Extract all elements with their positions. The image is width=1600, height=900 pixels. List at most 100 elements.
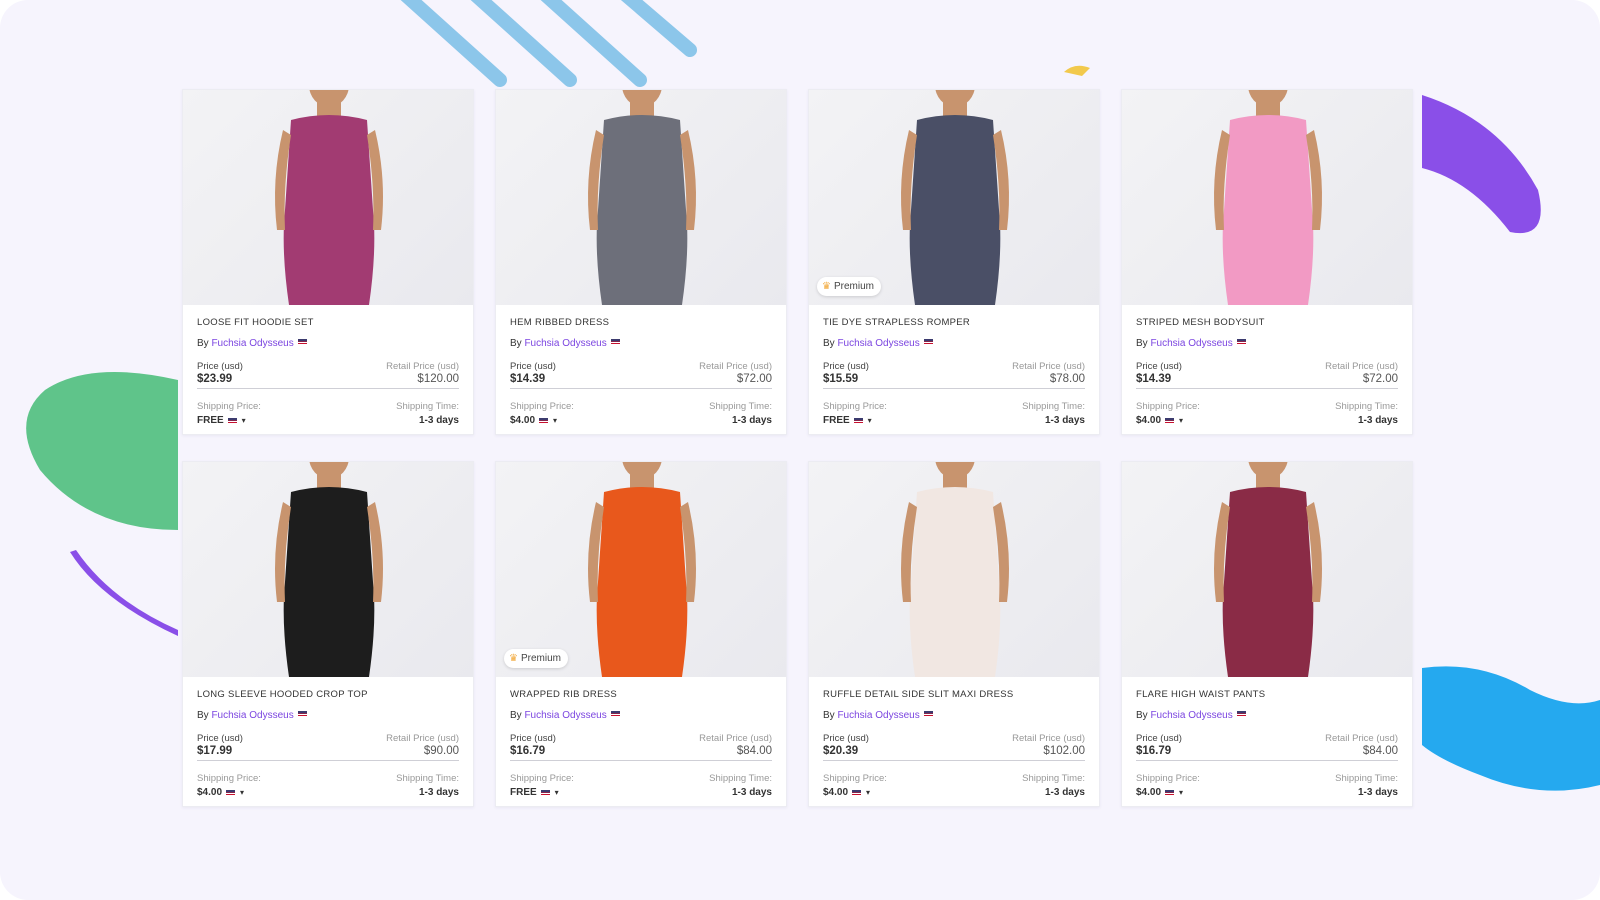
shipping-price-label: Shipping Price: — [197, 401, 261, 412]
shipping-time-value: 1-3 days — [418, 787, 459, 798]
by-label: By — [1136, 710, 1148, 721]
us-flag-icon — [539, 417, 549, 424]
shipping-time-label: Shipping Time: — [1022, 773, 1085, 784]
price-value: $20.39 — [823, 745, 859, 757]
retail-price-label: Retail Price (usd) — [699, 361, 772, 372]
product-image[interactable] — [1122, 462, 1412, 677]
price-label: Price (usd) — [1136, 361, 1182, 372]
shipping-price-selector[interactable]: FREE ▾ — [823, 415, 887, 426]
seller-link[interactable]: Fuchsia Odysseus — [837, 710, 919, 721]
product-image[interactable]: ♛ Premium — [809, 90, 1099, 305]
seller-line: By Fuchsia Odysseus — [1136, 338, 1398, 349]
product-card[interactable]: STRIPED MESH BODYSUIT By Fuchsia Odysseu… — [1121, 89, 1413, 435]
shipping-row: Shipping Price: FREE ▾ Shipping Time: 1-… — [823, 401, 1085, 426]
product-card[interactable]: ♛ Premium WRAPPED RIB DRESS By Fuchsia O… — [495, 461, 787, 807]
seller-link[interactable]: Fuchsia Odysseus — [524, 710, 606, 721]
product-card[interactable]: HEM RIBBED DRESS By Fuchsia Odysseus Pri… — [495, 89, 787, 435]
shipping-price-selector[interactable]: $4.00 ▾ — [1136, 415, 1200, 426]
product-title[interactable]: HEM RIBBED DRESS — [510, 317, 772, 328]
shipping-time-label: Shipping Time: — [396, 401, 459, 412]
product-card[interactable]: LONG SLEEVE HOODED CROP TOP By Fuchsia O… — [182, 461, 474, 807]
product-image[interactable] — [496, 90, 786, 305]
crown-icon: ♛ — [509, 653, 518, 664]
shipping-row: Shipping Price: $4.00 ▾ Shipping Time: 1… — [1136, 773, 1398, 798]
price-value: $17.99 — [197, 745, 233, 757]
product-card[interactable]: RUFFLE DETAIL SIDE SLIT MAXI DRESS By Fu… — [808, 461, 1100, 807]
shipping-time-value: 1-3 days — [731, 787, 772, 798]
us-flag-icon — [853, 417, 863, 424]
price-row: Price (usd) $16.79 Retail Price (usd) $8… — [1136, 733, 1398, 761]
premium-label: Premium — [520, 653, 561, 664]
shipping-price-label: Shipping Price: — [823, 401, 887, 412]
caret-down-icon: ▾ — [553, 416, 558, 425]
product-title[interactable]: FLARE HIGH WAIST PANTS — [1136, 689, 1398, 700]
product-grid: LOOSE FIT HOODIE SET By Fuchsia Odysseus… — [182, 89, 1413, 807]
shipping-time-label: Shipping Time: — [709, 773, 772, 784]
shipping-price-label: Shipping Price: — [823, 773, 887, 784]
model-figure — [588, 462, 696, 677]
product-image[interactable] — [183, 462, 473, 677]
shipping-price-label: Shipping Price: — [510, 773, 574, 784]
retail-price-label: Retail Price (usd) — [1012, 733, 1085, 744]
shipping-price-value: $4.00 — [1136, 787, 1162, 798]
shipping-price-value: FREE — [197, 415, 224, 426]
shipping-price-selector[interactable]: FREE ▾ — [510, 787, 574, 798]
product-title[interactable]: WRAPPED RIB DRESS — [510, 689, 772, 700]
product-image[interactable] — [809, 462, 1099, 677]
us-flag-icon — [610, 711, 620, 717]
by-label: By — [1136, 338, 1148, 349]
shipping-price-selector[interactable]: $4.00 ▾ — [510, 415, 574, 426]
product-image[interactable] — [183, 90, 473, 305]
product-title[interactable]: STRIPED MESH BODYSUIT — [1136, 317, 1398, 328]
shipping-row: Shipping Price: $4.00 ▾ Shipping Time: 1… — [197, 773, 459, 798]
product-title[interactable]: RUFFLE DETAIL SIDE SLIT MAXI DRESS — [823, 689, 1085, 700]
crown-icon: ♛ — [822, 281, 831, 292]
retail-price-label: Retail Price (usd) — [1325, 361, 1398, 372]
price-label: Price (usd) — [197, 361, 243, 372]
product-title[interactable]: LONG SLEEVE HOODED CROP TOP — [197, 689, 459, 700]
model-figure — [588, 90, 696, 305]
us-flag-icon — [227, 417, 237, 424]
shipping-price-selector[interactable]: $4.00 ▾ — [197, 787, 261, 798]
shipping-price-selector[interactable]: $4.00 ▾ — [823, 787, 887, 798]
seller-line: By Fuchsia Odysseus — [1136, 710, 1398, 721]
seller-link[interactable]: Fuchsia Odysseus — [524, 338, 606, 349]
product-card[interactable]: LOOSE FIT HOODIE SET By Fuchsia Odysseus… — [182, 89, 474, 435]
seller-line: By Fuchsia Odysseus — [197, 710, 459, 721]
product-title[interactable]: LOOSE FIT HOODIE SET — [197, 317, 459, 328]
seller-link[interactable]: Fuchsia Odysseus — [211, 338, 293, 349]
by-label: By — [823, 710, 835, 721]
shipping-price-label: Shipping Price: — [197, 773, 261, 784]
product-image[interactable] — [1122, 90, 1412, 305]
seller-link[interactable]: Fuchsia Odysseus — [1150, 710, 1232, 721]
shipping-price-value: FREE — [823, 415, 850, 426]
product-card[interactable]: ♛ Premium TIE DYE STRAPLESS ROMPER By Fu… — [808, 89, 1100, 435]
model-figure — [1214, 462, 1322, 677]
us-flag-icon — [1236, 339, 1246, 345]
shipping-price-selector[interactable]: FREE ▾ — [197, 415, 261, 426]
us-flag-icon — [297, 339, 307, 345]
seller-line: By Fuchsia Odysseus — [823, 338, 1085, 349]
price-label: Price (usd) — [510, 361, 556, 372]
retail-price-label: Retail Price (usd) — [386, 733, 459, 744]
shipping-time-label: Shipping Time: — [1335, 773, 1398, 784]
seller-link[interactable]: Fuchsia Odysseus — [1150, 338, 1232, 349]
price-label: Price (usd) — [510, 733, 556, 744]
price-row: Price (usd) $17.99 Retail Price (usd) $9… — [197, 733, 459, 761]
product-title[interactable]: TIE DYE STRAPLESS ROMPER — [823, 317, 1085, 328]
by-label: By — [823, 338, 835, 349]
product-image[interactable]: ♛ Premium — [496, 462, 786, 677]
seller-link[interactable]: Fuchsia Odysseus — [211, 710, 293, 721]
shipping-time-value: 1-3 days — [1357, 787, 1398, 798]
shipping-price-label: Shipping Price: — [510, 401, 574, 412]
premium-badge: ♛ Premium — [504, 649, 568, 668]
model-figure — [901, 462, 1009, 677]
retail-price-value: $84.00 — [1362, 745, 1398, 757]
product-card[interactable]: FLARE HIGH WAIST PANTS By Fuchsia Odysse… — [1121, 461, 1413, 807]
shipping-price-selector[interactable]: $4.00 ▾ — [1136, 787, 1200, 798]
shipping-price-value: FREE — [510, 787, 537, 798]
seller-link[interactable]: Fuchsia Odysseus — [837, 338, 919, 349]
caret-down-icon: ▾ — [554, 788, 559, 797]
us-flag-icon — [226, 789, 236, 796]
price-row: Price (usd) $15.59 Retail Price (usd) $7… — [823, 361, 1085, 389]
